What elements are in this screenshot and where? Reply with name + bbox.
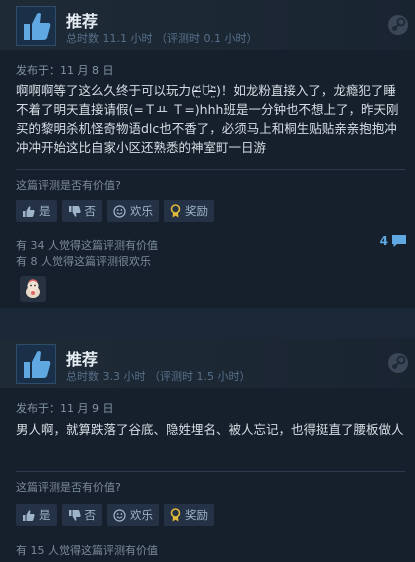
vote-no-button[interactable]: 否 [61, 504, 102, 526]
vote-no-label: 否 [84, 508, 97, 522]
award-button[interactable]: 奖励 [164, 200, 214, 222]
vote-yes-label: 是 [39, 204, 51, 218]
playtime-hours: 总时数 3.3 小时 （评测时 1.5 小时） [66, 370, 251, 383]
posted-date: 发布于：11 月 9 日 [16, 402, 114, 415]
helpful-question: 这篇评测是否有价值? [16, 179, 121, 192]
divider [16, 471, 405, 472]
vote-no-button[interactable]: 否 [61, 200, 102, 222]
review-text: 男人啊，就算跌落了谷底、隐姓埋名、被人忘记，也得挺直了腰板做人 [16, 422, 404, 437]
thumbs-up-icon [22, 205, 35, 218]
helpful-question: 这篇评测是否有价值? [16, 481, 121, 494]
thumbs-down-icon [68, 509, 81, 522]
review-card: 推荐 总时数 11.1 小时 （评测时 0.1 小时） 发布于：11 月 8 日… [0, 0, 415, 308]
award-ribbon-icon [170, 204, 181, 218]
smiley-icon [113, 508, 126, 522]
vote-funny-button[interactable]: 欢乐 [107, 200, 159, 222]
thumbs-up-badge [16, 6, 56, 46]
steam-logo-icon [388, 15, 408, 35]
comment-bubble-icon [392, 235, 406, 247]
recommendation-title: 推荐 [66, 350, 99, 369]
vote-buttons: 是 否 欢乐 奖励 [16, 504, 214, 526]
award-badge-icon [26, 279, 40, 298]
thumbs-up-icon [24, 13, 51, 40]
award-label: 奖励 [185, 508, 208, 522]
smiley-icon [113, 204, 126, 218]
thumbs-up-badge [16, 344, 56, 384]
award-label: 奖励 [185, 204, 208, 218]
vote-funny-label: 欢乐 [130, 204, 153, 218]
vote-yes-button[interactable]: 是 [16, 504, 57, 526]
vote-no-label: 否 [84, 204, 97, 218]
vote-funny-label: 欢乐 [130, 508, 153, 522]
review-header[interactable]: 推荐 总时数 3.3 小时 （评测时 1.5 小时） [0, 338, 415, 388]
recommendation-title: 推荐 [66, 12, 99, 31]
vote-funny-button[interactable]: 欢乐 [107, 504, 159, 526]
thumbs-down-icon [68, 205, 81, 218]
comment-count: 4 [379, 234, 388, 248]
review-separator [0, 308, 415, 338]
funny-count: 有 8 人觉得这篇评测很欢乐 [16, 255, 151, 268]
award-button[interactable]: 奖励 [164, 504, 214, 526]
helpful-count: 有 15 人觉得这篇评测有价值 [16, 544, 158, 557]
vote-yes-label: 是 [39, 508, 51, 522]
thumbs-up-icon [22, 509, 35, 522]
award-ribbon-icon [170, 508, 181, 522]
playtime-hours: 总时数 11.1 小时 （评测时 0.1 小时） [66, 32, 258, 45]
comment-count-link[interactable]: 4 [380, 234, 407, 248]
vote-yes-button[interactable]: 是 [16, 200, 57, 222]
review-text: 啊啊啊等了这么久终于可以玩力(ᵔ̴̶̤᷄ꇴᵔ̴̶̤᷅)！如龙粉直接入了，龙瘾犯了… [16, 83, 399, 155]
vote-buttons: 是 否 欢乐 奖励 [16, 200, 214, 222]
divider [16, 169, 405, 170]
review-card: 推荐 总时数 3.3 小时 （评测时 1.5 小时） 发布于：11 月 9 日 … [0, 338, 415, 562]
posted-date: 发布于：11 月 8 日 [16, 64, 114, 77]
thumbs-up-icon [24, 351, 51, 378]
review-header[interactable]: 推荐 总时数 11.1 小时 （评测时 0.1 小时） [0, 0, 415, 50]
steam-logo-icon [388, 353, 408, 373]
received-award[interactable] [20, 276, 46, 302]
helpful-count: 有 34 人觉得这篇评测有价值 [16, 239, 158, 252]
